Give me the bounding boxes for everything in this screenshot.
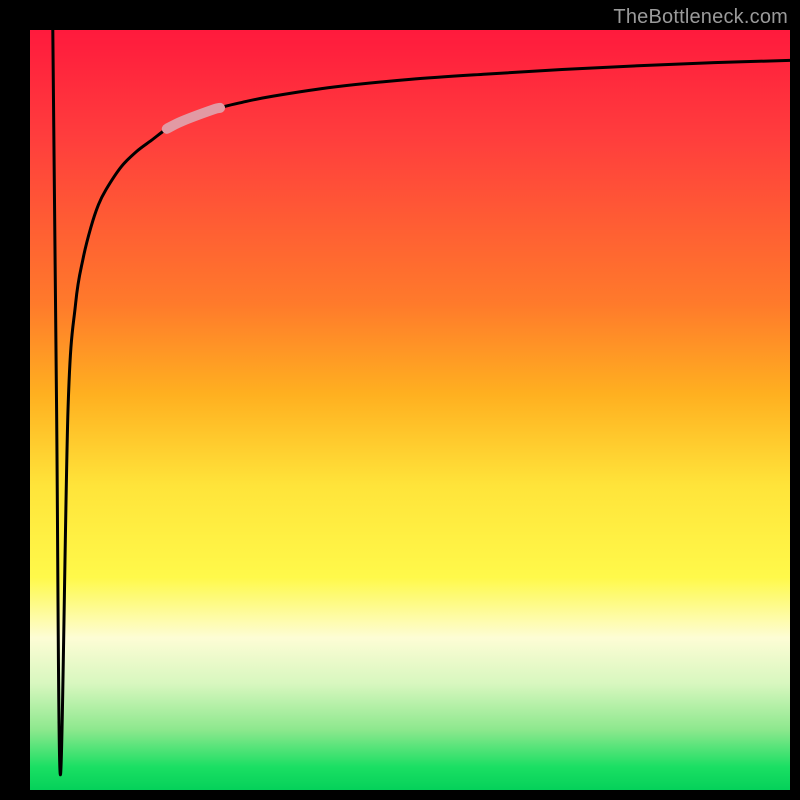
chart-svg — [30, 30, 790, 790]
chart-frame: TheBottleneck.com — [0, 0, 800, 800]
bottleneck-curve-highlight — [167, 108, 220, 129]
plot-area — [30, 30, 790, 790]
attribution-label: TheBottleneck.com — [613, 6, 788, 29]
bottleneck-curve-main — [53, 30, 790, 775]
